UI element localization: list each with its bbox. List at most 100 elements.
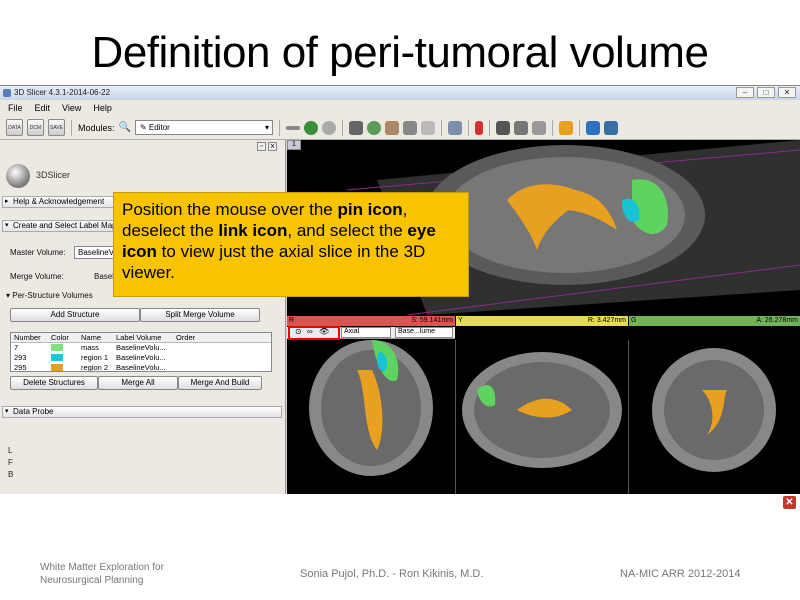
forward-icon[interactable] <box>321 120 336 135</box>
row-number: 7 <box>14 343 19 352</box>
close-icon[interactable]: ✕ <box>783 496 796 509</box>
callout-emphasis: link icon <box>218 221 288 240</box>
maximize-button[interactable]: □ <box>757 87 775 98</box>
scene-view-icon[interactable] <box>513 120 528 135</box>
panel-buttons: ▫ x <box>257 142 277 151</box>
save-button[interactable]: SAVE <box>48 119 65 136</box>
green-letter: G <box>631 317 637 324</box>
slice-viewers: R S: 59.141mm ⊙ ∞ 👁 Axial Base...lume Y … <box>287 316 800 494</box>
row-label-volume: BaselineVolu... <box>116 343 166 352</box>
window-titlebar: 3D Slicer 4.3.1-2014-06-22 – □ ✕ <box>0 86 800 100</box>
merge-volume-label: Merge Volume: <box>10 272 64 281</box>
footer-center: Sonia Pujol, Ph.D. - Ron Kikinis, M.D. <box>300 568 484 580</box>
slice-images <box>309 340 776 494</box>
col-number: Number <box>14 333 41 342</box>
merge-and-build-button[interactable]: Merge And Build <box>178 376 262 390</box>
undock-icon[interactable]: ▫ <box>257 142 266 151</box>
delete-structures-button[interactable]: Delete Structures <box>10 376 98 390</box>
close-window-button[interactable]: ✕ <box>778 87 796 98</box>
master-volume-label: Master Volume: <box>10 248 66 257</box>
models-icon[interactable] <box>384 120 399 135</box>
row-label-volume: BaselineVolu... <box>116 363 166 372</box>
color-swatch <box>51 344 63 351</box>
callout-text: Position the mouse over the <box>122 200 338 219</box>
callout-text: to view just the axial slice in the 3D v… <box>122 242 426 282</box>
callout-emphasis: pin icon <box>337 200 403 219</box>
markups-icon[interactable] <box>420 120 435 135</box>
callout-text: , and select the <box>287 221 408 240</box>
row-number: 293 <box>14 353 27 362</box>
toolbar-separator <box>440 119 442 136</box>
app-icon <box>3 89 11 97</box>
slide-title: Definition of peri-tumoral volume <box>91 28 709 77</box>
red-letter: R <box>289 317 295 324</box>
edit-icon: ✎ <box>139 123 149 132</box>
extension-icon[interactable] <box>531 120 546 135</box>
screenshot-icon[interactable] <box>495 120 510 135</box>
red-slice-bar[interactable]: R S: 59.141mm <box>287 316 455 326</box>
red-slice-controls: ⊙ ∞ 👁 Axial Base...lume <box>287 326 455 340</box>
col-color: Color <box>51 333 69 342</box>
window-controls: – □ ✕ <box>736 87 796 98</box>
section-data-probe[interactable]: Data Probe <box>2 406 282 418</box>
row-order <box>176 363 271 371</box>
toolbar-separator <box>551 119 553 136</box>
per-structure-volumes-header[interactable]: ▾ Per-Structure Volumes <box>6 291 93 300</box>
volume-select[interactable]: Base...lume <box>395 327 453 338</box>
orientation-select[interactable]: Axial <box>341 327 391 338</box>
coord-b: B <box>8 470 14 479</box>
table-row[interactable]: 7 mass BaselineVolu... <box>11 343 271 353</box>
brain-icon[interactable] <box>366 120 381 135</box>
eye-icon[interactable]: 👁 <box>319 327 329 336</box>
menu-edit[interactable]: Edit <box>35 100 51 116</box>
mouse-mode-icon[interactable] <box>474 120 483 135</box>
merge-volume-value: BaselineVolume-label <box>94 272 114 281</box>
link-icon[interactable]: ∞ <box>307 327 313 336</box>
slice-divider <box>455 340 456 494</box>
color-swatch <box>51 354 63 361</box>
minimize-button[interactable]: – <box>736 87 754 98</box>
cube-icon[interactable] <box>348 120 363 135</box>
back-icon[interactable] <box>303 120 318 135</box>
col-label-volume: Label Volume <box>116 333 162 342</box>
per-structure-label: Per-Structure Volumes <box>12 291 93 300</box>
color-swatch <box>51 364 63 371</box>
row-color <box>51 363 81 371</box>
toolbar-separator <box>341 119 343 136</box>
yellow-slice-bar[interactable]: Y R: 3.427mm <box>456 316 628 326</box>
table-row[interactable]: 293 region 1 BaselineVolu... <box>11 353 271 363</box>
list-icon[interactable] <box>285 125 300 130</box>
search-icon[interactable]: 🔍 <box>119 122 131 133</box>
main-toolbar: DATA DCM SAVE Modules: 🔍 ✎ Editor <box>0 116 800 140</box>
menu-help[interactable]: Help <box>93 100 112 116</box>
transforms-icon[interactable] <box>402 120 417 135</box>
green-slice-bar[interactable]: G A: 26.278mm <box>629 316 800 326</box>
python-icon[interactable] <box>603 120 618 135</box>
python-console-icon[interactable] <box>585 120 600 135</box>
footer-left-line2: Neurosurgical Planning <box>40 575 144 586</box>
add-structure-button[interactable]: Add Structure <box>10 308 140 322</box>
slice-divider <box>628 340 629 494</box>
3d-view-label: 1 <box>287 140 301 150</box>
slicer-logo: 3DSlicer <box>6 164 116 192</box>
menu-file[interactable]: File <box>8 100 23 116</box>
menu-view[interactable]: View <box>62 100 81 116</box>
close-panel-icon[interactable]: x <box>268 142 277 151</box>
split-merge-volume-button[interactable]: Split Merge Volume <box>140 308 260 322</box>
yellow-letter: Y <box>458 317 463 324</box>
merge-all-button[interactable]: Merge All <box>98 376 178 390</box>
module-select[interactable]: ✎ Editor <box>134 120 273 135</box>
dicom-button[interactable]: DCM <box>27 119 44 136</box>
load-data-button[interactable]: DATA <box>6 119 23 136</box>
modules-label: Modules: <box>78 122 115 133</box>
crosshair-icon[interactable] <box>558 120 573 135</box>
table-header: Number Color Name Label Volume Order <box>11 333 271 343</box>
toolbar-separator <box>278 119 280 136</box>
table-row[interactable]: 295 region 2 BaselineVolu... <box>11 363 271 372</box>
row-order <box>176 353 271 363</box>
layout-icon[interactable] <box>447 120 462 135</box>
module-value: Editor <box>148 123 170 132</box>
toolbar-separator <box>71 119 72 136</box>
coord-f: F <box>8 458 13 467</box>
pin-icon[interactable]: ⊙ <box>295 327 302 336</box>
